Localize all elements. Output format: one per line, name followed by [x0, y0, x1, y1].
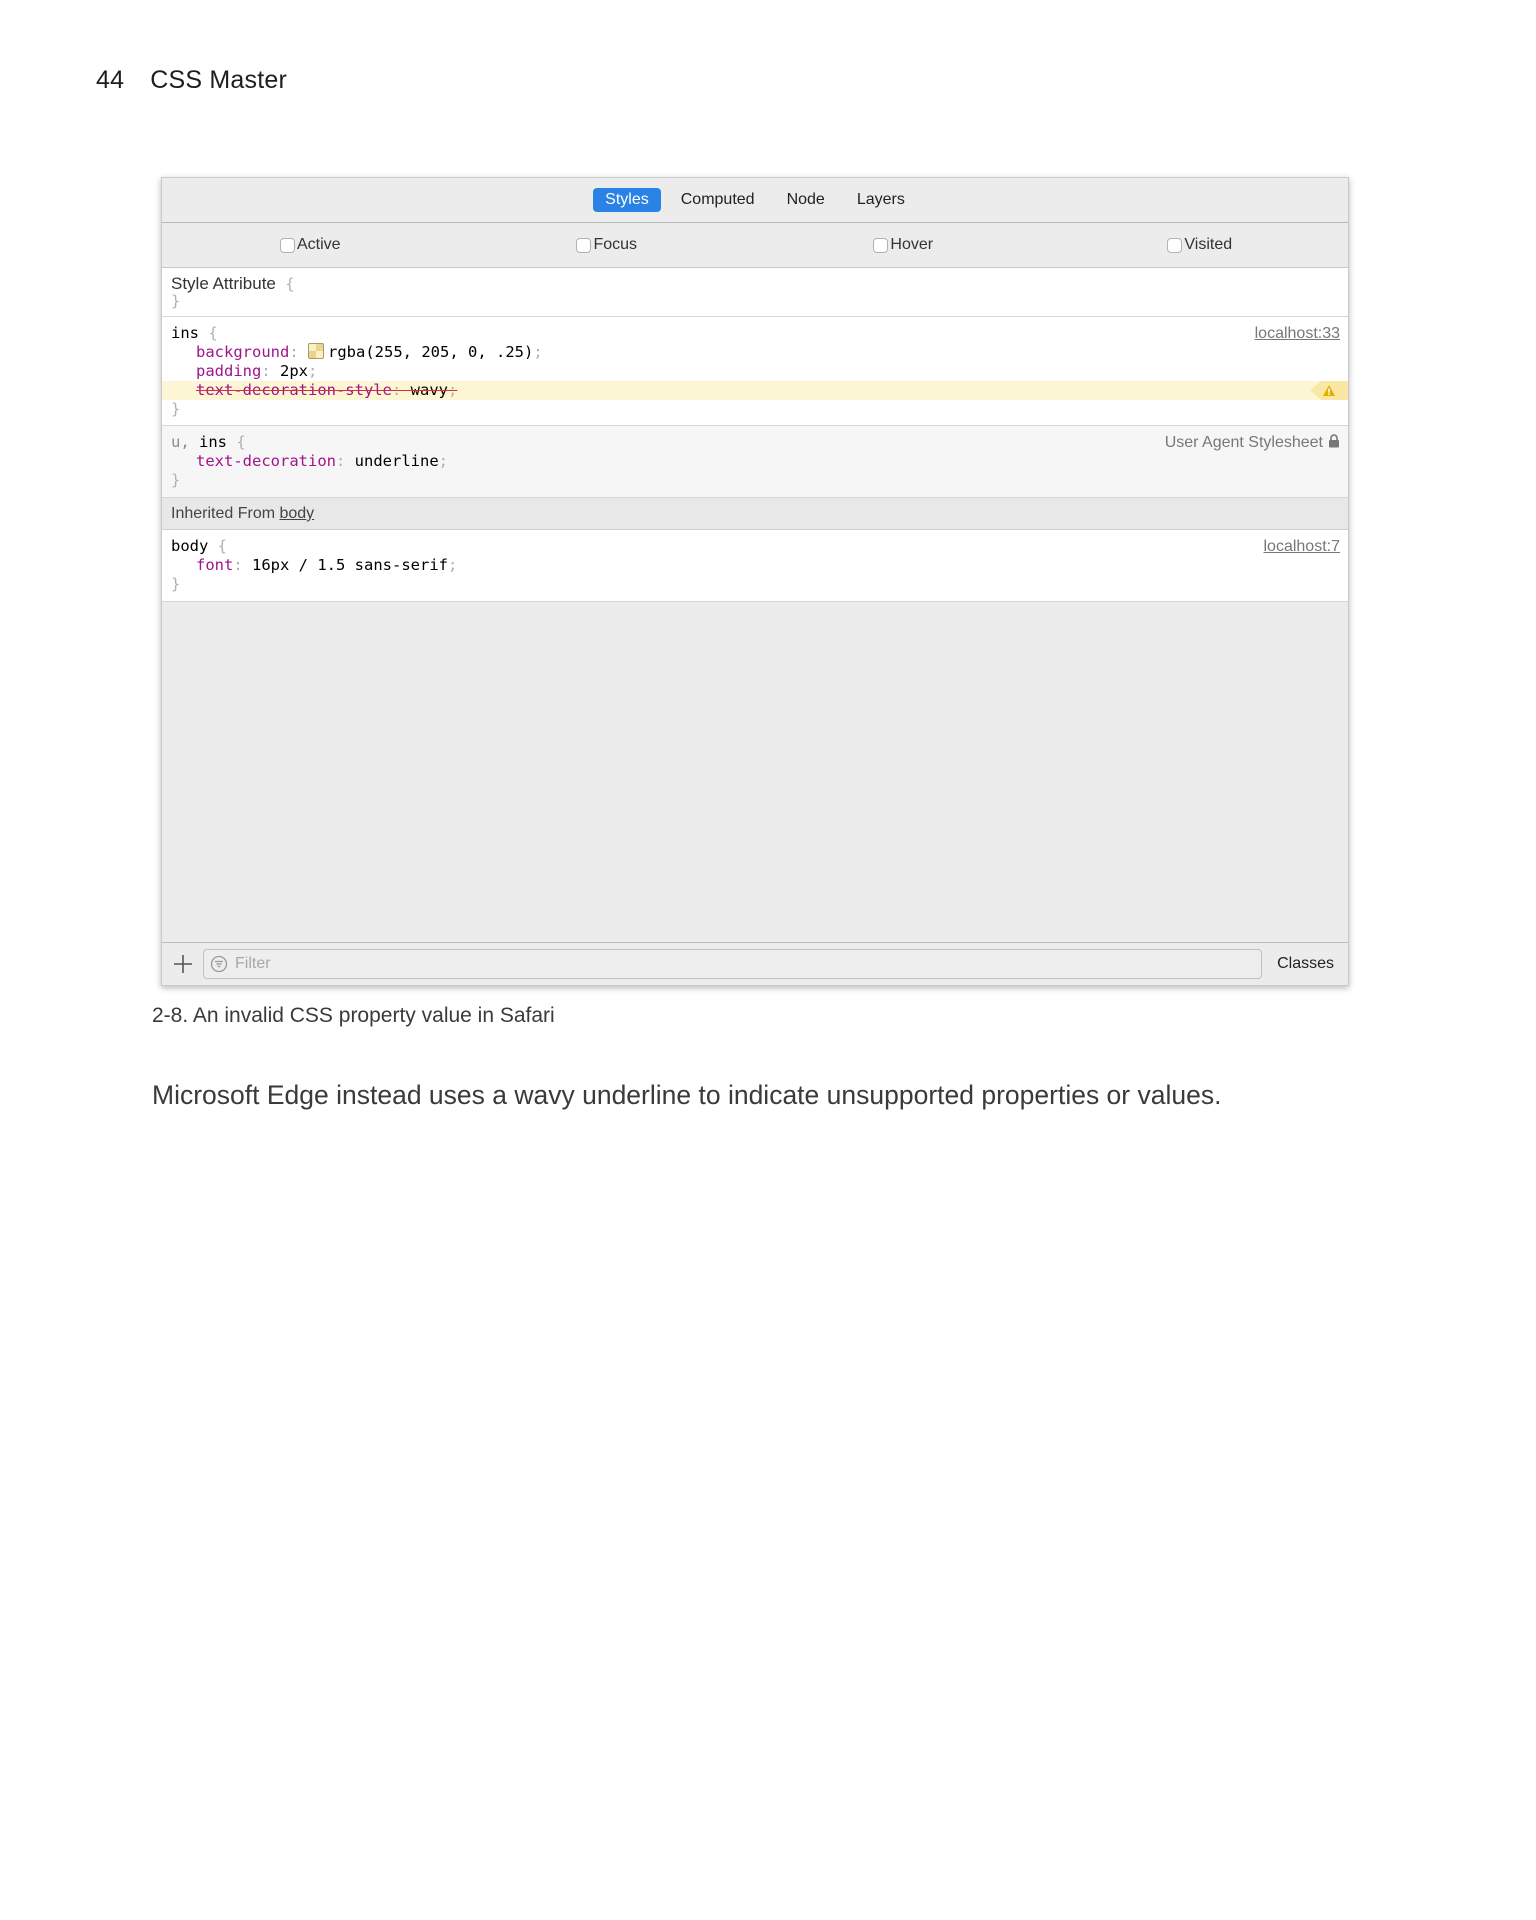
colon: :: [233, 556, 243, 574]
user-agent-source: User Agent Stylesheet: [1165, 433, 1340, 453]
pseudo-focus[interactable]: Focus: [459, 236, 756, 254]
pseudo-visited[interactable]: Visited: [1052, 236, 1349, 254]
colon: :: [289, 343, 299, 361]
tab-styles[interactable]: Styles: [593, 188, 661, 212]
book-title: CSS Master: [150, 66, 287, 94]
property-value[interactable]: 2px: [280, 362, 308, 380]
open-brace: {: [208, 324, 218, 342]
tab-layers[interactable]: Layers: [845, 188, 917, 212]
declaration-text-decoration[interactable]: text-decoration: underline;: [171, 452, 1339, 471]
source-label: User Agent Stylesheet: [1164, 434, 1323, 451]
close-brace: }: [171, 471, 181, 489]
rule-selector[interactable]: ins: [171, 324, 199, 342]
warning-icon: [1323, 385, 1335, 396]
styles-footer: Classes: [162, 942, 1348, 985]
lock-icon: [1328, 434, 1340, 453]
source-link[interactable]: localhost:7: [1264, 537, 1341, 556]
property-name[interactable]: font: [196, 556, 233, 574]
source-link[interactable]: localhost:33: [1255, 324, 1340, 343]
semicolon: ;: [447, 381, 458, 399]
colon: :: [261, 362, 271, 380]
declaration-font[interactable]: font: 16px / 1.5 sans-serif;: [171, 556, 1339, 575]
hover-label: Hover: [890, 236, 934, 253]
rule-selector[interactable]: body: [171, 537, 208, 555]
color-swatch-icon[interactable]: [308, 343, 325, 359]
close-brace: }: [171, 575, 181, 593]
colon: :: [391, 381, 402, 399]
declaration-invalid-text-decoration-style[interactable]: text-decoration-style: wavy;: [162, 381, 1348, 400]
colon: :: [335, 452, 346, 470]
open-brace: {: [285, 275, 295, 293]
declaration-padding[interactable]: padding: 2px;: [171, 362, 1339, 381]
inherited-element-link[interactable]: body: [279, 505, 314, 522]
pseudo-hover[interactable]: Hover: [755, 236, 1052, 254]
inherited-label: Inherited From: [171, 505, 280, 522]
property-name[interactable]: padding: [196, 362, 261, 380]
tab-computed[interactable]: Computed: [669, 188, 767, 212]
filter-input[interactable]: [233, 954, 1262, 974]
semicolon: ;: [308, 362, 318, 380]
figure-caption: 2-8. An invalid CSS property value in Sa…: [152, 1004, 555, 1027]
property-name[interactable]: background: [196, 343, 289, 361]
pseudo-class-bar: Active Focus Hover Visited: [162, 223, 1348, 268]
close-brace: }: [171, 292, 181, 310]
style-attribute-rule[interactable]: Style Attribute { }: [162, 268, 1348, 317]
css-rule-ins[interactable]: localhost:33 ins { background: rgba(255,…: [162, 317, 1348, 426]
close-brace: }: [171, 400, 181, 418]
semicolon: ;: [533, 343, 543, 361]
selector-dim: u,: [171, 433, 190, 451]
focus-label: Focus: [593, 236, 638, 253]
visited-checkbox[interactable]: [1167, 237, 1183, 253]
open-brace: {: [236, 433, 246, 451]
property-name: text-decoration: [196, 452, 336, 470]
css-rule-user-agent[interactable]: User Agent Stylesheet u, ins { text-deco…: [162, 426, 1348, 498]
filter-field[interactable]: [203, 949, 1263, 979]
filter-icon: [210, 955, 228, 973]
property-value[interactable]: wavy: [411, 381, 448, 399]
hover-checkbox[interactable]: [873, 237, 889, 253]
property-name[interactable]: text-decoration-style: [196, 381, 392, 399]
body-paragraph: Microsoft Edge instead uses a wavy under…: [152, 1080, 1222, 1110]
warning-badge[interactable]: [1310, 381, 1348, 400]
page-number: 44: [96, 66, 125, 94]
property-value[interactable]: 16px / 1.5 sans-serif: [252, 556, 448, 574]
property-value[interactable]: rgba(255, 205, 0, .25): [328, 343, 533, 361]
css-rule-body[interactable]: localhost:7 body { font: 16px / 1.5 sans…: [162, 530, 1348, 602]
visited-label: Visited: [1184, 236, 1233, 253]
pseudo-active[interactable]: Active: [162, 236, 459, 254]
semicolon: ;: [447, 556, 458, 574]
style-attribute-title: Style Attribute: [171, 274, 276, 293]
active-label: Active: [296, 236, 341, 253]
active-checkbox[interactable]: [279, 237, 295, 253]
semicolon: ;: [438, 452, 449, 470]
web-inspector-styles-panel: Styles Computed Node Layers Active Focus…: [161, 177, 1349, 986]
property-value: underline: [354, 452, 439, 470]
rule-selector[interactable]: ins: [199, 433, 227, 451]
declaration-background[interactable]: background: rgba(255, 205, 0, .25);: [171, 343, 1339, 362]
page-header: 44 CSS Master: [96, 66, 287, 95]
classes-button[interactable]: Classes: [1262, 955, 1348, 973]
plus-icon: [174, 955, 192, 973]
inherited-from-header: Inherited From body: [162, 498, 1348, 530]
open-brace: {: [217, 537, 228, 555]
tab-bar: Styles Computed Node Layers: [162, 178, 1348, 223]
focus-checkbox[interactable]: [576, 237, 592, 253]
tab-node[interactable]: Node: [775, 188, 837, 212]
add-rule-button[interactable]: [165, 946, 201, 982]
